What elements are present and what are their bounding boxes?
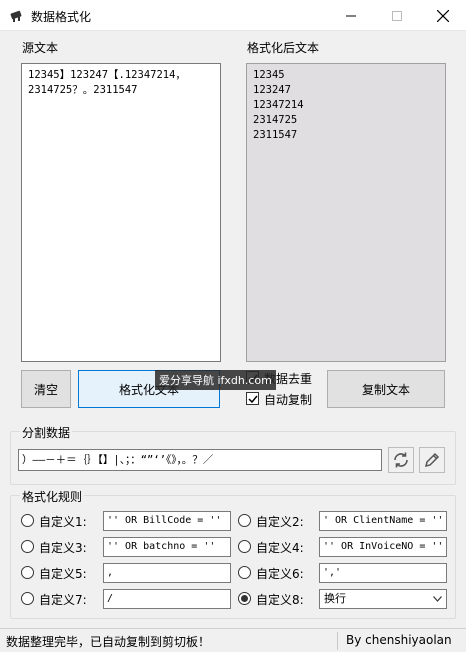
rule-label-4: 自定义4: bbox=[256, 541, 304, 555]
rule-label-7: 自定义7: bbox=[39, 593, 87, 607]
split-data-label: 分割数据 bbox=[20, 424, 73, 441]
close-button[interactable] bbox=[420, 0, 466, 31]
auto-copy-checkbox[interactable] bbox=[246, 392, 259, 405]
rule-label-6: 自定义6: bbox=[256, 567, 304, 581]
app-icon bbox=[10, 10, 22, 22]
rule-radio-4[interactable] bbox=[238, 540, 251, 553]
rule-radio-1[interactable] bbox=[21, 514, 34, 527]
rule-input-4[interactable]: '' OR InVoiceNO = '' bbox=[319, 537, 447, 557]
source-textarea[interactable]: 12345】123247【.12347214， 2314725？。2311547 bbox=[21, 63, 221, 362]
rule-label-5: 自定义5: bbox=[39, 567, 87, 581]
pencil-icon bbox=[424, 452, 440, 468]
status-divider bbox=[337, 632, 338, 650]
title-bar: 数据格式化 bbox=[0, 0, 466, 31]
rule-label-8: 自定义8: bbox=[256, 593, 304, 607]
auto-copy-label: 自动复制 bbox=[264, 393, 313, 407]
clear-button[interactable]: 清空 bbox=[21, 370, 71, 408]
rule-radio-8[interactable] bbox=[238, 592, 251, 605]
rule-radio-2[interactable] bbox=[238, 514, 251, 527]
status-message: 数据整理完毕，已自动复制到剪切板！ bbox=[6, 635, 211, 649]
rule-label-3: 自定义3: bbox=[39, 541, 87, 555]
rule-label-1: 自定义1: bbox=[39, 515, 87, 529]
rule-label-2: 自定义2: bbox=[256, 515, 304, 529]
rule-input-7[interactable]: / bbox=[103, 589, 231, 609]
copy-text-button[interactable]: 复制文本 bbox=[327, 370, 445, 408]
maximize-button[interactable] bbox=[374, 0, 420, 31]
maximize-icon bbox=[392, 10, 402, 21]
rule-radio-7[interactable] bbox=[21, 592, 34, 605]
rule-input-5[interactable]: , bbox=[103, 563, 231, 583]
rule-input-1[interactable]: '' OR BillCode = '' bbox=[103, 511, 231, 531]
output-text-label: 格式化后文本 bbox=[247, 39, 320, 56]
chevron-down-icon bbox=[433, 596, 442, 602]
edit-button[interactable] bbox=[419, 447, 445, 473]
rule-input-2[interactable]: ' OR ClientName = '' bbox=[319, 511, 447, 531]
minimize-button[interactable] bbox=[328, 0, 374, 31]
rule-input-6[interactable]: ',' bbox=[319, 563, 447, 583]
status-author: By chenshiyaolan bbox=[346, 633, 452, 647]
output-textarea[interactable]: 12345 123247 12347214 2314725 2311547 bbox=[246, 63, 446, 362]
rule-radio-3[interactable] bbox=[21, 540, 34, 553]
watermark-badge: 爱分享导航 ifxdh.com bbox=[155, 370, 276, 390]
refresh-icon bbox=[394, 452, 408, 468]
status-bar: 数据整理完毕，已自动复制到剪切板！ By chenshiyaolan bbox=[0, 628, 466, 652]
rule-radio-5[interactable] bbox=[21, 566, 34, 579]
refresh-button[interactable] bbox=[388, 447, 414, 473]
split-chars-input[interactable]: ）——－＋＝｛｝【】|、；：“”‘’《》，。？／ bbox=[18, 449, 382, 471]
rule-select-value: 换行 bbox=[324, 592, 346, 605]
source-text-label: 源文本 bbox=[22, 39, 59, 56]
rule-select-8[interactable]: 换行 bbox=[319, 589, 447, 609]
minimize-icon bbox=[346, 15, 356, 16]
rule-input-3[interactable]: '' OR batchno = '' bbox=[103, 537, 231, 557]
close-icon bbox=[437, 9, 449, 22]
window-title: 数据格式化 bbox=[31, 10, 92, 24]
check-icon bbox=[247, 395, 258, 403]
radio-selected-dot bbox=[241, 595, 248, 602]
format-rules-label: 格式化规则 bbox=[20, 488, 85, 505]
rule-radio-6[interactable] bbox=[238, 566, 251, 579]
